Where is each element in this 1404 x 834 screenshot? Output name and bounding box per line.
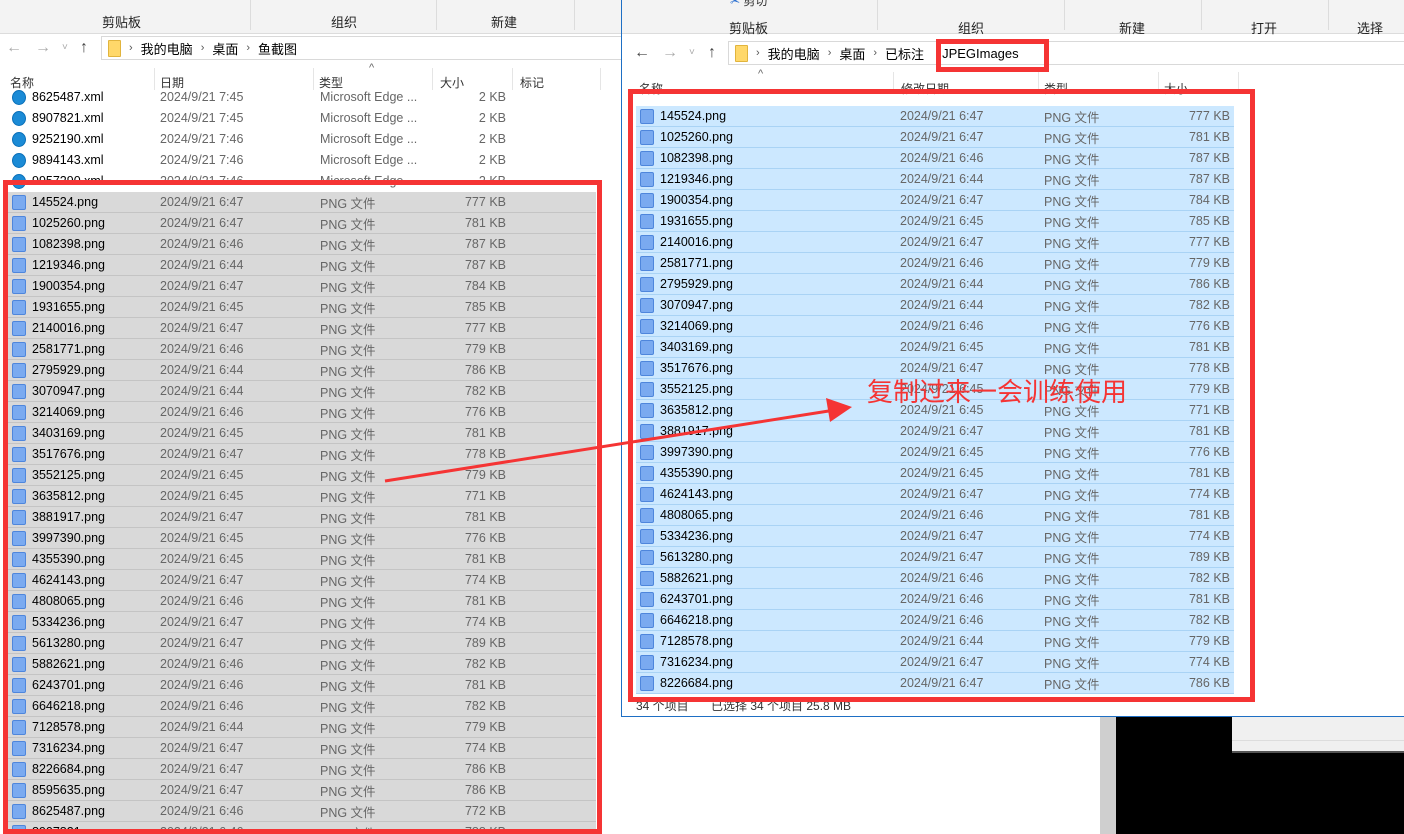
annotation-text: 复制过来一会训练使用 <box>867 378 1128 408</box>
arrow-icon <box>384 398 852 483</box>
